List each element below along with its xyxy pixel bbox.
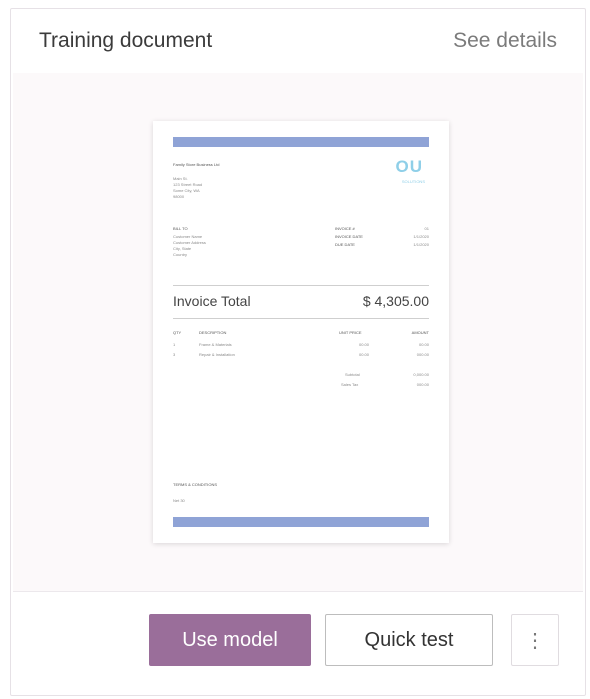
doc-bill-to-line: Country — [173, 252, 188, 257]
training-document-card: Training document See details Family Sto… — [10, 8, 586, 696]
doc-invoice-total-value: $ 4,305.00 — [362, 293, 429, 309]
use-model-button[interactable]: Use model — [149, 614, 311, 666]
doc-bottom-bar — [173, 517, 429, 527]
doc-row-unit-price: 00.00 — [359, 342, 370, 347]
doc-terms-text: Net 30 — [173, 498, 185, 503]
doc-table-header: DESCRIPTION — [199, 330, 227, 335]
doc-bill-to-label: BILL TO — [173, 226, 188, 231]
doc-table-header: QTY — [173, 330, 182, 335]
doc-divider — [173, 285, 429, 286]
doc-meta-label: DUE DATE — [335, 242, 355, 247]
doc-row-description: Repair & Installation — [199, 352, 235, 357]
doc-summary-label: Sales Tax — [341, 382, 359, 387]
doc-row-amount: 000.00 — [416, 352, 429, 357]
doc-divider — [173, 318, 429, 319]
document-preview-area: Family Store Business Ltd OU SOLUTIONS M… — [13, 73, 583, 591]
card-title: Training document — [39, 29, 213, 52]
see-details-link[interactable]: See details — [453, 29, 557, 53]
doc-row-qty: 3 — [173, 352, 176, 357]
doc-summary-label: Subtotal — [345, 372, 360, 377]
document-thumbnail[interactable]: Family Store Business Ltd OU SOLUTIONS M… — [153, 121, 449, 543]
more-options-icon[interactable]: ⋮ — [511, 614, 559, 666]
doc-logo-sub: SOLUTIONS — [401, 179, 425, 184]
doc-address-line: 98000 — [173, 194, 185, 199]
quick-test-button[interactable]: Quick test — [325, 614, 493, 666]
doc-meta-label: INVOICE DATE — [335, 234, 363, 239]
doc-terms-label: TERMS & CONDITIONS — [173, 482, 218, 487]
doc-summary-value: 000.00 — [416, 382, 429, 387]
doc-table-header: UNIT PRICE — [339, 330, 362, 335]
doc-meta-value: 01 — [424, 226, 429, 231]
doc-row-qty: 1 — [173, 342, 176, 347]
doc-row-unit-price: 00.00 — [359, 352, 370, 357]
doc-company-name: Family Store Business Ltd — [173, 162, 220, 167]
doc-row-amount: 00.00 — [418, 342, 429, 347]
doc-logo: OU — [395, 157, 423, 176]
doc-top-bar — [173, 137, 429, 147]
doc-summary-value: 0,000.00 — [413, 372, 429, 377]
doc-invoice-total-label: Invoice Total — [173, 293, 251, 309]
doc-meta-label: INVOICE # — [335, 226, 355, 231]
doc-meta-value: 1/1/2020 — [413, 234, 429, 239]
doc-meta-value: 1/1/2020 — [413, 242, 429, 247]
card-header: Training document See details — [11, 9, 585, 73]
card-actions: Use model Quick test ⋮ — [13, 591, 583, 695]
doc-row-description: Frame & Materials — [199, 342, 232, 347]
doc-table-header: AMOUNT — [411, 330, 429, 335]
